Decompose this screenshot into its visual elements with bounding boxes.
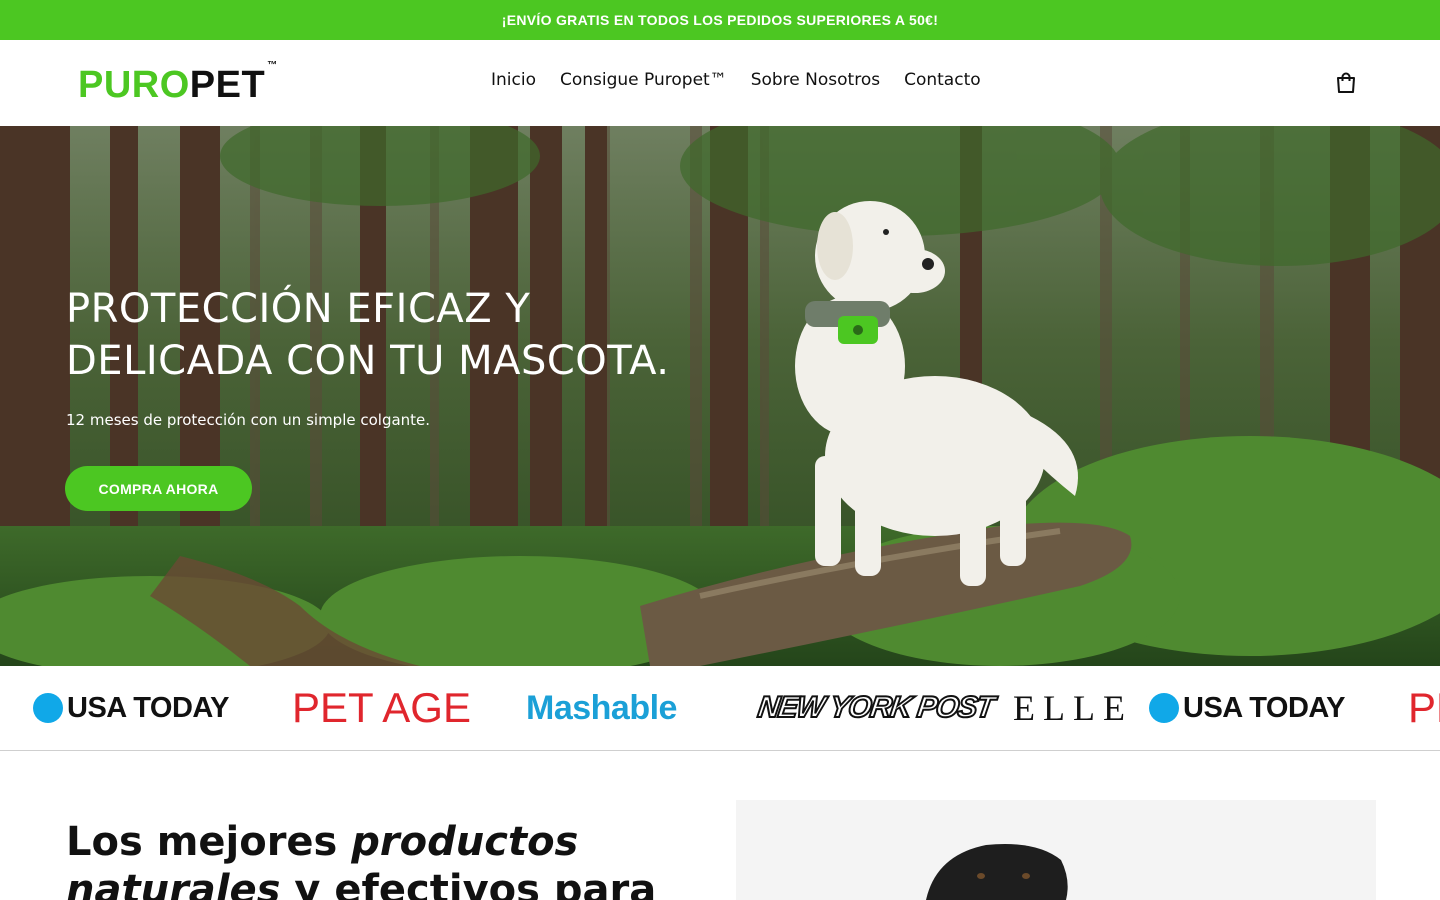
press-logo-text: USA TODAY: [1183, 691, 1346, 724]
announcement-bar: ¡ENVÍO GRATIS EN TODOS LOS PEDIDOS SUPER…: [0, 0, 1440, 40]
intro-text-bold2: naturales: [66, 867, 281, 900]
shop-now-button[interactable]: COMPRA AHORA: [65, 466, 252, 511]
usa-today-dot-icon: [33, 693, 63, 723]
intro-text-regular2: y efectivos para: [280, 867, 657, 900]
press-logo-pet-age: PE: [1408, 684, 1440, 731]
press-logo-mashable: Mashable: [526, 688, 677, 728]
shopping-bag-icon: [1337, 72, 1355, 93]
press-logo-text: ELLE: [1013, 688, 1133, 728]
hero-title: PROTECCIÓN EFICAZ Y DELICADA CON TU MASC…: [66, 283, 766, 387]
hero-title-line2: DELICADA CON TU MASCOTA.: [66, 338, 670, 384]
nav-link-inicio[interactable]: Inicio: [491, 70, 536, 90]
press-logos-strip: USA TODAY PET AGE Mashable NEW YORK POST…: [0, 666, 1440, 751]
press-logo-new-york-post: NEW YORK POST: [755, 688, 997, 728]
press-logo-text: PE: [1408, 684, 1440, 731]
announcement-text: ¡ENVÍO GRATIS EN TODOS LOS PEDIDOS SUPER…: [501, 12, 939, 28]
nav-link-contacto[interactable]: Contacto: [904, 70, 981, 90]
nav-link-consigue[interactable]: Consigue Puropet™: [560, 70, 727, 90]
press-logo-text: USA TODAY: [67, 691, 230, 724]
cart-button[interactable]: [1336, 72, 1356, 94]
press-logo-text: PET AGE: [292, 684, 471, 731]
product-image-black-dog: [736, 800, 1376, 900]
intro-heading: Los mejores productos naturales y efecti…: [66, 818, 686, 900]
hero-banner: PROTECCIÓN EFICAZ Y DELICADA CON TU MASC…: [0, 126, 1440, 666]
hero-subtitle: 12 meses de protección con un simple col…: [66, 411, 431, 429]
main-nav: Inicio Consigue Puropet™ Sobre Nosotros …: [491, 70, 981, 90]
hero-forest-dog-image: [0, 126, 1440, 666]
press-logo-usa-today: USA TODAY: [1149, 688, 1346, 728]
intro-text-bold1: productos: [351, 819, 579, 865]
brand-name-part1: PURO: [78, 64, 190, 106]
usa-today-dot-icon: [1149, 693, 1179, 723]
press-logo-pet-age: PET AGE: [292, 684, 471, 731]
black-dog-image: [736, 800, 1376, 900]
press-logo-text: Mashable: [526, 688, 677, 727]
press-logo-elle: ELLE: [1013, 688, 1133, 728]
press-logo-text: NEW YORK POST: [755, 690, 997, 725]
site-header: PURO PET ™ Inicio Consigue Puropet™ Sobr…: [0, 40, 1440, 126]
brand-trademark: ™: [267, 60, 278, 71]
brand-logo[interactable]: PURO PET ™: [78, 60, 277, 104]
nav-link-sobre-nosotros[interactable]: Sobre Nosotros: [751, 70, 880, 90]
hero-title-line1: PROTECCIÓN EFICAZ Y: [66, 286, 531, 332]
intro-text-regular1: Los mejores: [66, 819, 352, 865]
brand-name-part2: PET: [189, 64, 266, 106]
press-logo-usa-today: USA TODAY: [33, 688, 230, 728]
